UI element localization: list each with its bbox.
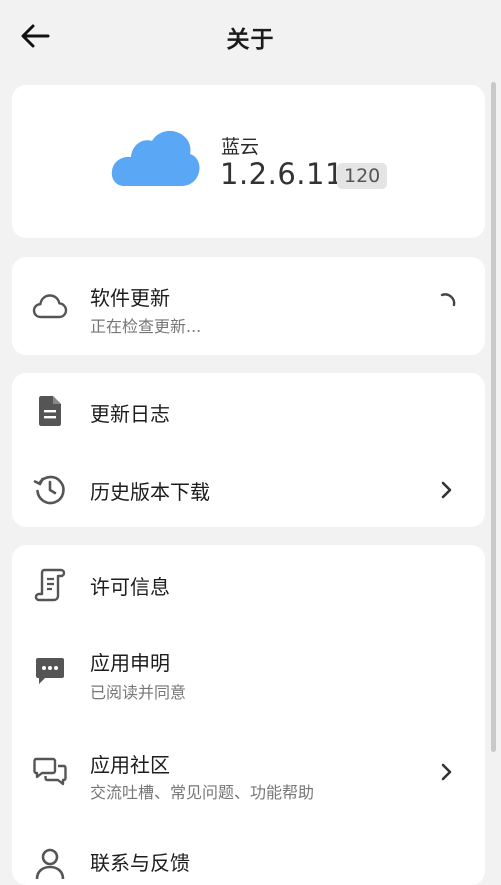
- document-icon: [32, 393, 68, 429]
- top-bar: 关于: [0, 0, 501, 76]
- app-statement-status: 已阅读并同意: [90, 683, 187, 702]
- chevron-right-icon: [439, 480, 455, 500]
- license-label: 许可信息: [90, 575, 170, 599]
- app-statement-label: 应用申明: [90, 651, 170, 675]
- history-icon: [32, 471, 68, 507]
- app-version: 1.2.6.11: [220, 157, 344, 191]
- app-statement-row[interactable]: 应用申明 已阅读并同意: [12, 625, 485, 717]
- community-row[interactable]: 应用社区 交流吐槽、常见问题、功能帮助: [12, 717, 485, 822]
- chevron-right-icon: [439, 762, 455, 782]
- cloud-logo-icon: [111, 128, 201, 192]
- changelog-label: 更新日志: [90, 402, 170, 426]
- community-label: 应用社区: [90, 753, 170, 777]
- changelog-row[interactable]: 更新日志: [12, 373, 485, 450]
- scroll-icon: [32, 567, 68, 603]
- message-dots-icon: [32, 653, 68, 689]
- changelog-card: 更新日志 历史版本下载: [12, 373, 485, 527]
- license-row[interactable]: 许可信息: [12, 545, 485, 625]
- chat-bubbles-icon: [32, 754, 68, 790]
- software-update-title: 软件更新: [90, 286, 170, 310]
- app-info-card: 蓝云 1.2.6.11 120: [12, 85, 485, 238]
- app-name: 蓝云: [221, 136, 260, 158]
- spinner-icon: [432, 291, 458, 321]
- software-update-card[interactable]: 软件更新 正在检查更新...: [12, 257, 485, 355]
- contact-feedback-row[interactable]: 联系与反馈: [12, 822, 485, 885]
- history-download-label: 历史版本下载: [90, 480, 210, 504]
- contact-feedback-label: 联系与反馈: [90, 851, 190, 875]
- person-icon: [32, 846, 68, 882]
- cloud-icon: [32, 288, 68, 324]
- scrollbar[interactable]: [491, 82, 496, 752]
- build-badge: 120: [337, 163, 388, 189]
- software-update-status: 正在检查更新...: [90, 317, 202, 336]
- page-title: 关于: [226, 27, 275, 53]
- community-description: 交流吐槽、常见问题、功能帮助: [90, 783, 315, 802]
- history-download-row[interactable]: 历史版本下载: [12, 450, 485, 527]
- software-update-row[interactable]: 软件更新 正在检查更新...: [12, 257, 485, 355]
- info-card: 许可信息 应用申明 已阅读并同意 应用社区 交流吐槽、常见问题、功能帮助 联系与…: [12, 545, 485, 885]
